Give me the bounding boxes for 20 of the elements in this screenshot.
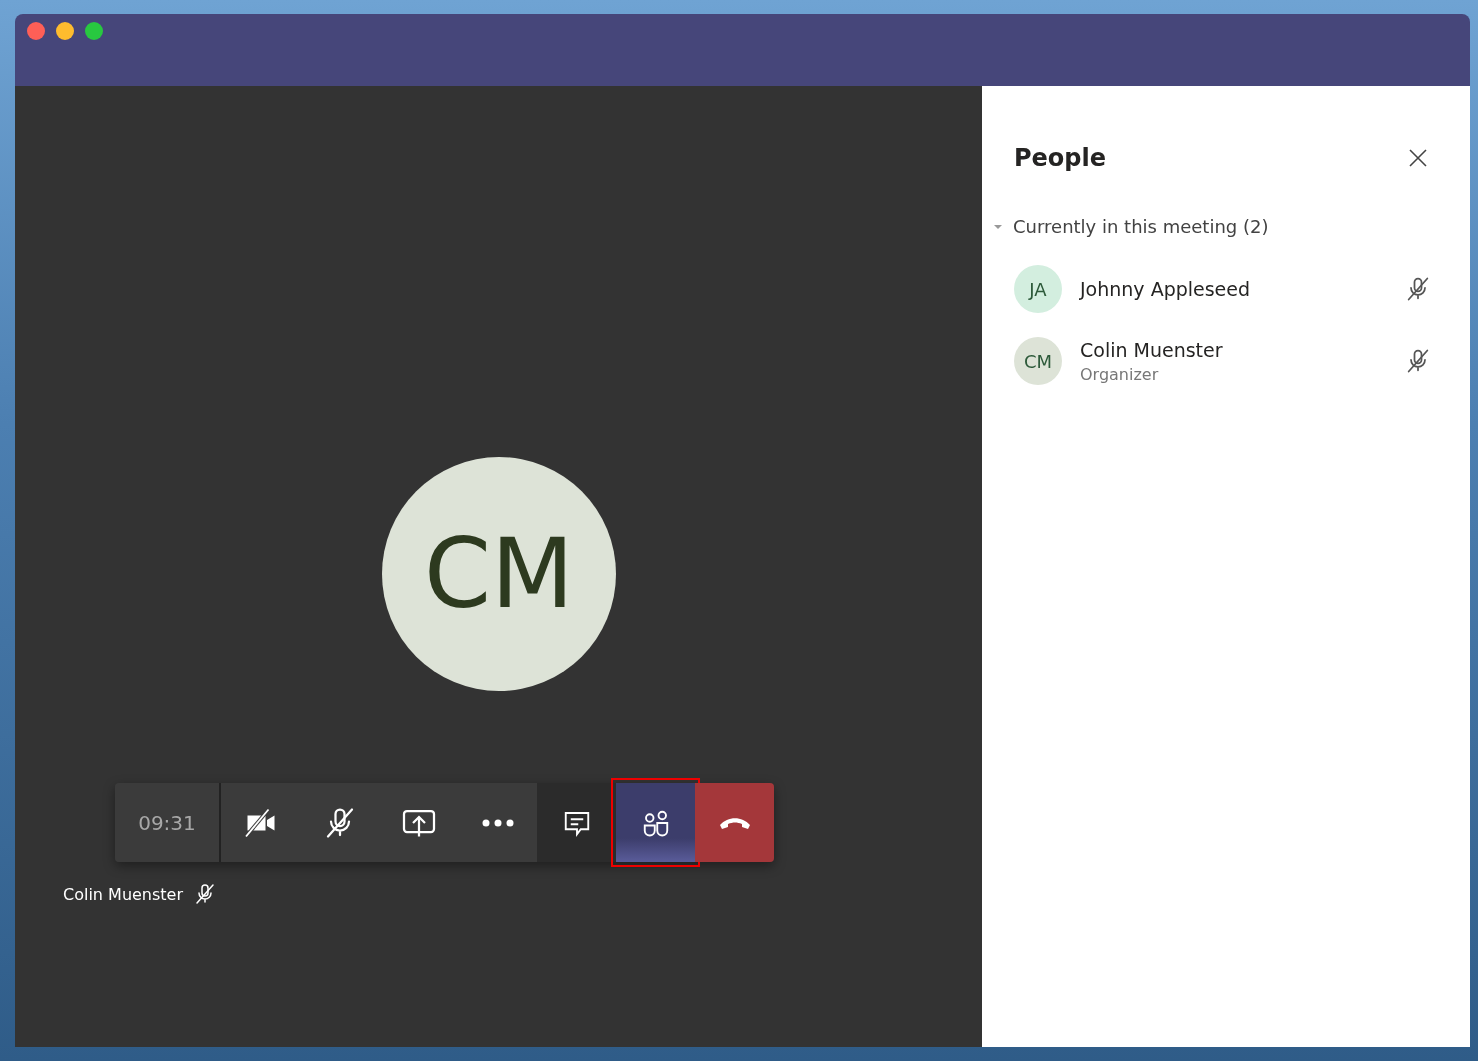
participant-role: Organizer <box>1080 364 1160 384</box>
participant-avatar: CM <box>1014 337 1062 385</box>
participant-avatar: JA <box>1014 265 1062 313</box>
section-header[interactable]: Currently in this meeting (2) <box>992 216 1269 237</box>
hang-up-button[interactable] <box>695 783 774 862</box>
chat-button[interactable] <box>537 783 616 862</box>
camera-button[interactable] <box>221 783 300 862</box>
call-timer: 09:31 <box>115 783 221 862</box>
caret-icon <box>992 222 1004 231</box>
close-window-button[interactable] <box>27 22 45 40</box>
panel-title: People <box>1014 144 1107 172</box>
more-icon <box>480 818 515 827</box>
more-button[interactable] <box>458 783 537 862</box>
participant-name: Colin Muenster <box>63 884 184 904</box>
zoom-window-button[interactable] <box>85 22 103 40</box>
minimize-window-button[interactable] <box>56 22 74 40</box>
participant-name: Colin Muenster <box>1080 338 1224 361</box>
close-icon <box>1408 148 1428 168</box>
participant-name: Johnny Appleseed <box>1080 278 1252 300</box>
participant-avatar: CM <box>382 457 616 691</box>
